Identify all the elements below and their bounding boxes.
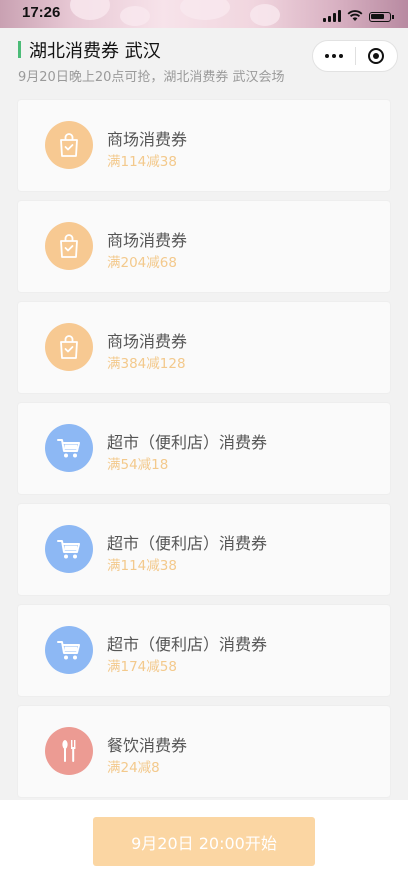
page-title: 湖北消费券 武汉 — [29, 41, 161, 62]
blossom-decoration — [70, 0, 110, 20]
shopping-bag-icon — [45, 222, 93, 270]
blossom-decoration — [120, 6, 150, 26]
shopping-cart-icon — [45, 424, 93, 472]
coupon-rule: 满54减18 — [107, 457, 169, 473]
coupon-card[interactable]: 超市（便利店）消费券 满174减58 — [18, 605, 390, 696]
coupon-name: 商场消费券 — [107, 231, 188, 250]
coupon-name: 超市（便利店）消费券 — [107, 534, 268, 553]
blossom-decoration — [180, 0, 230, 20]
battery-cap — [392, 15, 394, 19]
status-icons — [323, 6, 394, 22]
coupon-list: 商场消费券 满114减38 商场消费券 满204减68 商场消费券 满384减128 超市（… — [18, 100, 390, 807]
coupon-rule: 满174减58 — [107, 659, 177, 675]
coupon-name: 超市（便利店）消费券 — [107, 635, 268, 654]
footer-bar: 9月20日 20:00开始 — [0, 800, 408, 876]
coupon-rule: 满24减8 — [107, 760, 160, 776]
coupon-card[interactable]: 商场消费券满204减68 — [18, 201, 390, 292]
coupon-card[interactable]: 超市（便利店）消费券 满54减18 — [18, 403, 390, 494]
coupon-name: 商场消费券 — [107, 332, 188, 351]
coupon-card[interactable]: 餐饮消费券满24减8 — [18, 706, 390, 797]
close-button[interactable] — [356, 41, 398, 71]
coupon-rule: 满384减128 — [107, 356, 186, 372]
coupon-rule: 满114减38 — [107, 154, 177, 170]
coupon-card[interactable]: 商场消费券满114减38 — [18, 100, 390, 191]
coupon-name: 超市（便利店）消费券 — [107, 433, 268, 452]
status-time: 17:26 — [22, 4, 61, 21]
miniprogram-capsule — [312, 40, 398, 72]
signal-icon — [323, 10, 341, 22]
shopping-bag-icon — [45, 323, 93, 371]
close-target-icon — [368, 48, 385, 64]
page-header: 湖北消费券 武汉 9月20日晚上20点可抢，湖北消费券 武汉会场 — [0, 28, 408, 92]
wifi-icon — [347, 10, 363, 21]
shopping-bag-icon — [45, 121, 93, 169]
more-icon — [324, 54, 343, 58]
coupon-name: 餐饮消费券 — [107, 736, 188, 755]
start-button[interactable]: 9月20日 20:00开始 — [93, 817, 315, 866]
title-accent-bar — [18, 41, 21, 58]
shopping-cart-icon — [45, 626, 93, 674]
coupon-name: 商场消费券 — [107, 130, 188, 149]
coupon-card[interactable]: 超市（便利店）消费券 满114减38 — [18, 504, 390, 595]
battery-icon — [369, 12, 391, 22]
coupon-rule: 满204减68 — [107, 255, 177, 271]
utensils-icon — [45, 727, 93, 775]
blossom-decoration — [250, 4, 280, 26]
coupon-rule: 满114减38 — [107, 558, 177, 574]
more-button[interactable] — [313, 41, 355, 71]
coupon-card[interactable]: 商场消费券满384减128 — [18, 302, 390, 393]
status-bar: 17:26 — [0, 0, 408, 28]
shopping-cart-icon — [45, 525, 93, 573]
page-subtitle: 9月20日晚上20点可抢，湖北消费券 武汉会场 — [18, 70, 285, 85]
